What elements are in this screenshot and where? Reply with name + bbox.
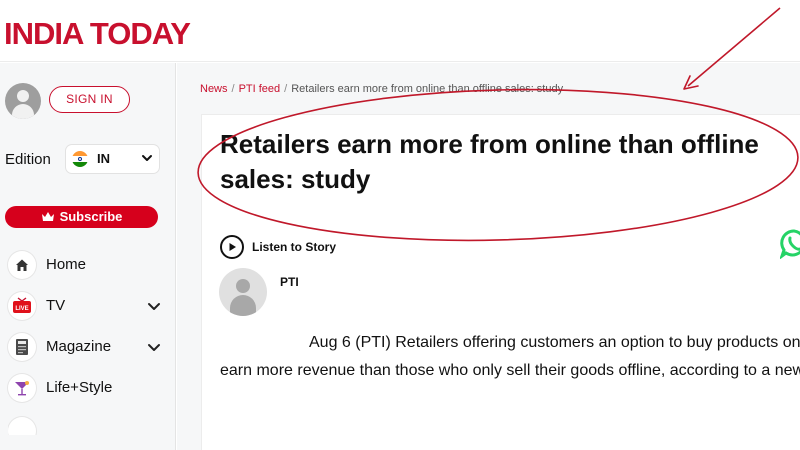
user-avatar-icon[interactable] [5,83,41,119]
breadcrumb-current: Retailers earn more from online than off… [291,83,564,95]
edition-label: Edition [5,151,51,168]
home-icon [8,251,36,279]
live-tv-icon: LIVE [8,292,36,320]
sign-in-button[interactable]: SIGN IN [49,86,130,113]
partial-nav-icon [8,417,36,435]
cocktail-icon [8,374,36,402]
subscribe-label: Subscribe [59,209,123,224]
article-title: Retailers earn more from online than off… [220,129,759,194]
chevron-down-icon[interactable] [146,339,162,355]
chevron-down-icon[interactable] [146,298,162,314]
sidebar-item-home[interactable]: Home [8,249,168,279]
whatsapp-icon[interactable] [780,229,800,259]
crown-icon [41,212,54,221]
author-avatar [219,268,267,316]
edition-value: IN [97,151,110,166]
sidebar-item-partial[interactable] [8,415,168,435]
magazine-icon [8,333,36,361]
listen-to-story-button[interactable]: Listen to Story [220,235,336,259]
sidebar-item-label: Life+Style [46,379,113,396]
chevron-down-icon [142,155,152,161]
top-header: INDIA TODAY [0,0,800,62]
play-icon [220,235,244,259]
listen-label: Listen to Story [252,240,337,254]
main-content: News / PTI feed / Retailers earn more from o… [177,63,800,450]
sidebar-item-life-style[interactable]: Life+Style [8,372,168,402]
sidebar-item-label: Magazine [46,338,112,355]
breadcrumb: News / PTI feed / Retailers earn more from o… [200,83,563,95]
article-body: Aug 6 (PTI) Retailers offering customers… [220,334,800,379]
breadcrumb-separator: / [284,83,288,95]
article-card: Retailers earn more from online than off… [202,115,800,450]
sidebar-item-label: TV [46,297,66,314]
breadcrumb-separator: / [231,83,235,95]
breadcrumb-news[interactable]: News [200,83,228,95]
edition-selector[interactable]: IN [66,145,159,173]
breadcrumb-pti-feed[interactable]: PTI feed [239,83,281,95]
sidebar-item-tv[interactable]: LIVE TV [8,290,168,320]
sidebar-item-label: Home [46,256,87,273]
author-name[interactable]: PTI [280,275,299,289]
india-today-logo[interactable]: INDIA TODAY [4,16,191,52]
subscribe-button[interactable]: Subscribe [5,206,158,228]
sidebar: SIGN IN Edition IN Subscribe Home LIVE T… [0,63,176,450]
india-flag-icon [72,151,88,167]
svg-text:LIVE: LIVE [15,306,28,312]
sidebar-item-magazine[interactable]: Magazine [8,331,168,361]
